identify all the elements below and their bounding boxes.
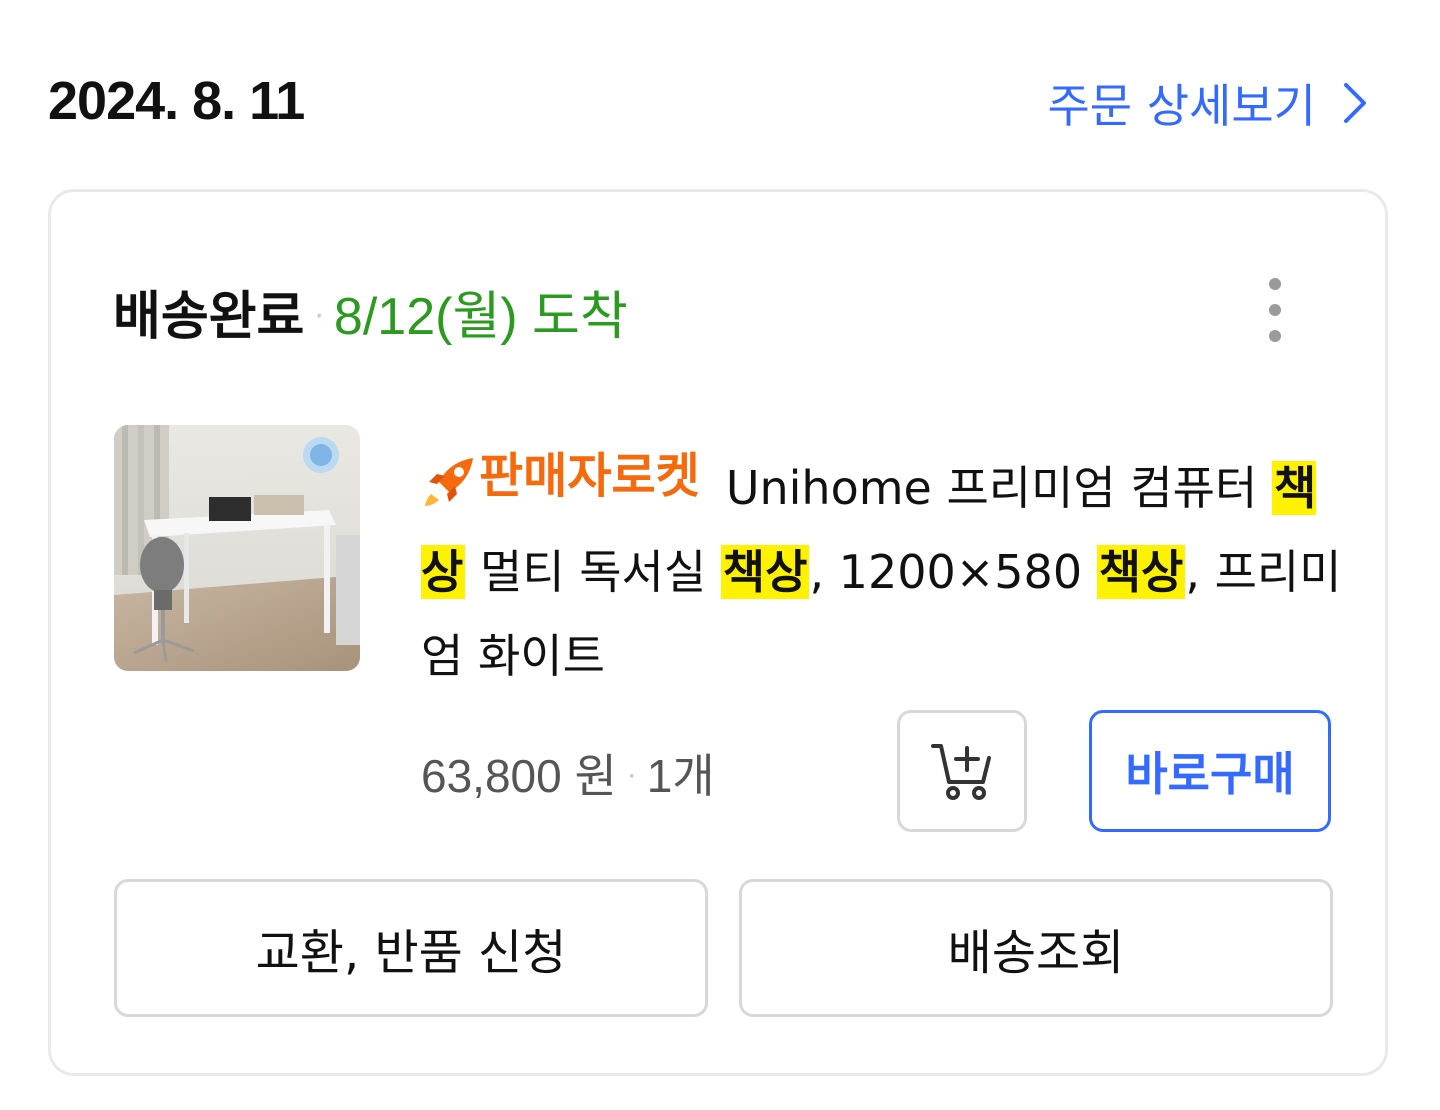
rocket-badge-label: 판매자로켓: [479, 448, 700, 504]
status-separator: ·: [314, 299, 324, 334]
shipment-status-row: 배송완료 · 8/12(월) 도착: [113, 274, 628, 349]
delivery-status: 배송완료: [113, 287, 305, 347]
title-text-2: 멀티 독서실: [465, 545, 721, 599]
title-highlight-2: 책상: [720, 545, 810, 599]
track-delivery-button[interactable]: 배송조회: [739, 879, 1333, 1017]
add-to-cart-button[interactable]: [897, 710, 1027, 832]
exchange-return-button[interactable]: 교환, 반품 신청: [114, 879, 708, 1017]
more-vertical-icon[interactable]: [1256, 278, 1294, 342]
buy-now-button[interactable]: 바로구매: [1089, 710, 1331, 832]
add-to-cart-icon: [931, 744, 991, 800]
title-text-3: , 1200×580: [809, 545, 1097, 599]
title-text-1: Unihome 프리미엄 컴퓨터: [725, 461, 1258, 515]
arrival-date: 8/12(월) 도착: [333, 288, 628, 346]
order-date: 2024. 8. 11: [48, 71, 305, 131]
title-highlight-3: 책상: [1096, 545, 1186, 599]
product-title[interactable]: 판매자로켓 Unihome 프리미엄 컴퓨터 책상 멀티 독서실 책상, 120…: [421, 434, 1351, 698]
chevron-right-icon: [1344, 83, 1366, 123]
product-thumbnail[interactable]: [114, 425, 360, 671]
price-separator: ·: [626, 758, 637, 791]
order-card: 배송완료 · 8/12(월) 도착 판매자로켓 Unihome 프리미엄 컴퓨터…: [48, 189, 1388, 1076]
product-quantity: 1개: [646, 750, 715, 802]
order-detail-label: 주문 상세보기: [1047, 79, 1316, 133]
seller-rocket-badge: 판매자로켓: [421, 434, 700, 518]
rocket-icon: [425, 458, 473, 506]
price-quantity-row: 63,800 원 · 1개: [421, 740, 715, 806]
order-detail-link[interactable]: 주문 상세보기: [1047, 70, 1368, 136]
product-price: 63,800 원: [421, 750, 617, 802]
